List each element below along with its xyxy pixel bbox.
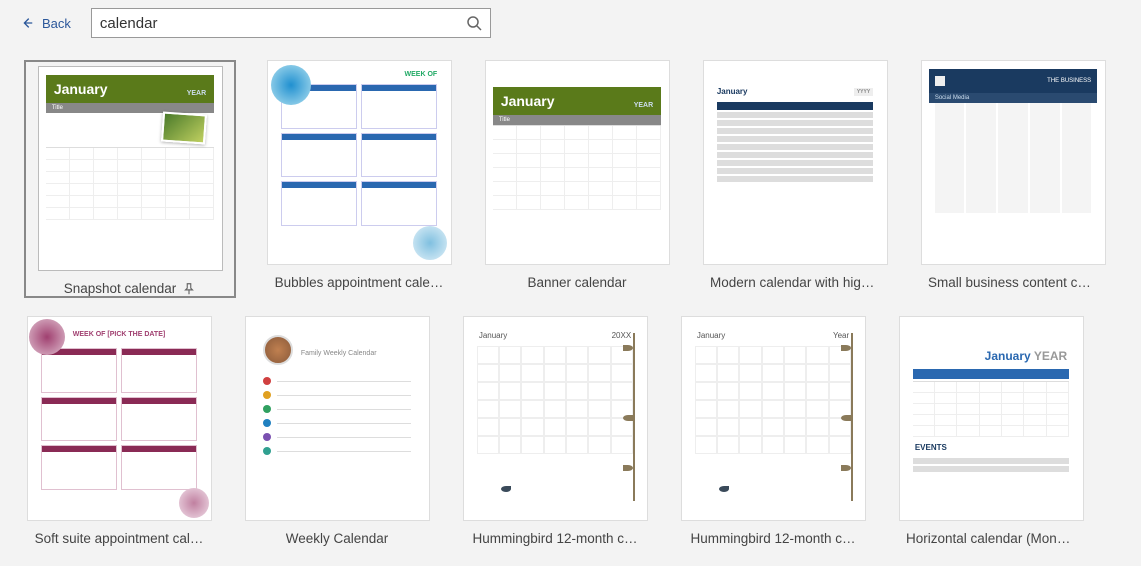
template-card[interactable]: JanuaryYEAR Title Banner calendar bbox=[482, 60, 672, 298]
template-thumbnail: JanuaryYEAR Title bbox=[38, 66, 223, 271]
pin-icon[interactable] bbox=[182, 282, 196, 296]
template-label: Hummingbird 12-month c… bbox=[472, 531, 637, 546]
template-thumbnail: WEEK OF [PICK THE DATE] bbox=[27, 316, 212, 521]
template-card[interactable]: JanuaryYear Hummingbird 12-month c… bbox=[678, 316, 868, 546]
template-gallery: JanuaryYEAR Title Snapshot calendar WEEK… bbox=[0, 50, 1141, 566]
template-thumbnail: THE BUSINESS Social Media bbox=[921, 60, 1106, 265]
template-label: Modern calendar with high… bbox=[710, 275, 880, 290]
template-card[interactable]: THE BUSINESS Social Media Small business… bbox=[918, 60, 1108, 298]
template-label: Bubbles appointment cale… bbox=[275, 275, 444, 290]
template-thumbnail: January20XX bbox=[463, 316, 648, 521]
template-label: Hummingbird 12-month c… bbox=[690, 531, 855, 546]
template-card[interactable]: WEEK OF [PICK THE DATE] Soft suite appoi… bbox=[24, 316, 214, 546]
template-thumbnail: JanuaryYYYY bbox=[703, 60, 888, 265]
template-label: Soft suite appointment cal… bbox=[35, 531, 204, 546]
search-icon[interactable] bbox=[466, 15, 482, 31]
template-thumbnail: WEEK OF bbox=[267, 60, 452, 265]
back-button[interactable]: Back bbox=[20, 16, 71, 31]
template-label: Small business content cal… bbox=[928, 275, 1098, 290]
search-input[interactable] bbox=[100, 15, 466, 32]
template-label: Weekly Calendar bbox=[286, 531, 389, 546]
template-thumbnail: JanuaryYear bbox=[681, 316, 866, 521]
template-card[interactable]: JanuaryYEAR Title Snapshot calendar bbox=[24, 60, 236, 298]
template-thumbnail: JanuaryYEAR Title bbox=[485, 60, 670, 265]
template-card[interactable]: January20XX Hummingbird 12-month c… bbox=[460, 316, 650, 546]
template-card[interactable]: January YEAR EVENTS Horizontal calendar … bbox=[896, 316, 1086, 546]
search-box[interactable] bbox=[91, 8, 491, 38]
template-thumbnail: January YEAR EVENTS bbox=[899, 316, 1084, 521]
template-label: Horizontal calendar (Mond… bbox=[906, 531, 1076, 546]
arrow-left-icon bbox=[20, 16, 34, 30]
template-label: Snapshot calendar bbox=[64, 281, 177, 296]
template-card[interactable]: Family Weekly Calendar Weekly Calendar bbox=[242, 316, 432, 546]
template-card[interactable]: JanuaryYYYY Modern calendar with high… bbox=[700, 60, 890, 298]
template-card[interactable]: WEEK OF Bubbles appointment cale… bbox=[264, 60, 454, 298]
template-label: Banner calendar bbox=[527, 275, 626, 290]
template-thumbnail: Family Weekly Calendar bbox=[245, 316, 430, 521]
back-label: Back bbox=[42, 16, 71, 31]
